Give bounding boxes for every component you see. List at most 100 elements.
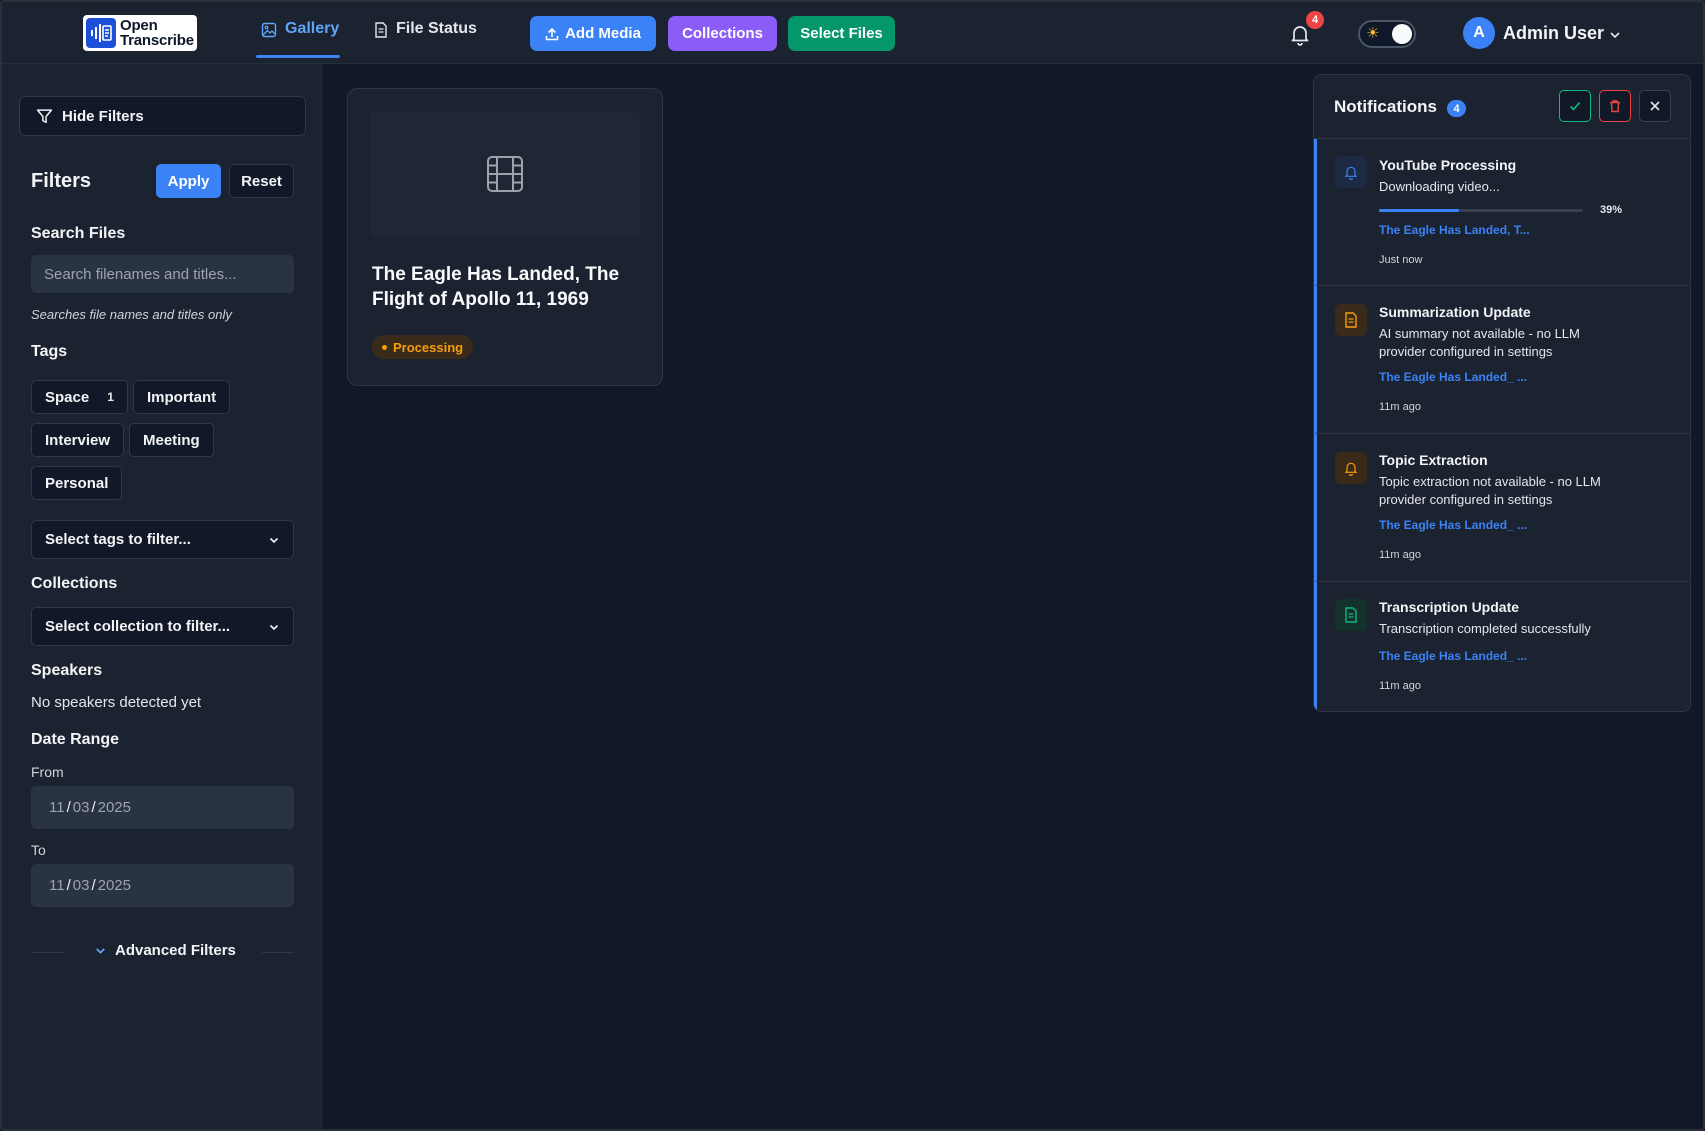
reset-button[interactable]: Reset: [229, 164, 294, 198]
notification-item[interactable]: YouTube Processing Downloading video... …: [1314, 139, 1690, 286]
divider: [262, 952, 294, 953]
tab-file-status-label: File Status: [396, 20, 477, 37]
search-hint: Searches file names and titles only: [31, 307, 232, 322]
collections-select[interactable]: Select collection to filter...: [31, 607, 294, 646]
notifications-count-badge: 4: [1447, 100, 1466, 117]
hide-filters-label: Hide Filters: [62, 107, 144, 125]
tag-label: Personal: [45, 474, 109, 492]
from-month: 11: [49, 799, 65, 816]
date-range-title: Date Range: [31, 731, 120, 748]
hide-filters-button[interactable]: Hide Filters: [19, 96, 306, 136]
from-date-input[interactable]: 11/03/2025: [31, 786, 294, 829]
notification-item[interactable]: Transcription Update Transcription compl…: [1314, 582, 1690, 711]
progress-bar: [1379, 209, 1583, 212]
active-tab-indicator: [256, 55, 340, 58]
file-text-icon: [375, 22, 387, 38]
filter-icon: [36, 108, 53, 123]
notifications-title: Notifications: [1334, 97, 1437, 116]
notification-message: Transcription completed successfully: [1379, 621, 1591, 636]
status-badge: Processing: [372, 335, 474, 359]
logo-line-2: Transcribe: [120, 32, 194, 49]
progress-bar-fill: [1379, 209, 1459, 212]
document-icon: [1335, 599, 1367, 631]
status-dot: [382, 344, 387, 350]
sun-icon: ☀: [1366, 25, 1380, 42]
chevron-down-icon: [269, 537, 279, 543]
upload-icon: [545, 27, 559, 40]
from-year: 2025: [97, 799, 131, 816]
app-logo[interactable]: Open Transcribe: [83, 15, 197, 51]
media-card[interactable]: The Eagle Has Landed, The Flight of Apol…: [347, 88, 663, 386]
notification-item[interactable]: Summarization Update AI summary not avai…: [1314, 286, 1690, 434]
to-date-input[interactable]: 11/03/2025: [31, 864, 294, 907]
bell-icon: [1335, 156, 1367, 188]
trash-icon: [1610, 100, 1620, 113]
notification-title: Transcription Update: [1379, 599, 1520, 615]
notification-count-badge: 4: [1306, 11, 1324, 29]
chevron-down-icon[interactable]: [1608, 28, 1622, 42]
theme-toggle[interactable]: ☀: [1358, 20, 1416, 48]
notification-time: Just now: [1379, 254, 1423, 266]
notification-file-link[interactable]: The Eagle Has Landed_ ...: [1379, 370, 1527, 384]
from-label: From: [31, 764, 64, 780]
bell-icon: [1335, 452, 1367, 484]
tags-select[interactable]: Select tags to filter...: [31, 520, 294, 559]
select-files-button[interactable]: Select Files: [788, 16, 895, 51]
close-notifications-button[interactable]: [1639, 90, 1671, 122]
notification-file-link[interactable]: The Eagle Has Landed, T...: [1379, 223, 1530, 237]
tag-important[interactable]: Important: [133, 380, 231, 414]
tag-personal[interactable]: Personal: [31, 466, 123, 500]
filters-title: Filters: [31, 170, 92, 192]
to-year: 2025: [97, 877, 131, 894]
avatar[interactable]: A: [1463, 17, 1495, 49]
add-media-label: Add Media: [565, 25, 641, 42]
close-icon: [1650, 101, 1660, 111]
media-title[interactable]: The Eagle Has Landed, The Flight of Apol…: [372, 262, 642, 312]
advanced-filters-toggle[interactable]: Advanced Filters: [94, 942, 236, 959]
progress-percent: 39%: [1600, 204, 1623, 216]
film-icon: [487, 156, 523, 192]
tag-space[interactable]: Space 1: [31, 380, 128, 414]
tab-gallery-label: Gallery: [285, 20, 340, 37]
tag-label: Space: [45, 388, 90, 406]
to-day: 03: [72, 877, 90, 894]
logo-text: Open Transcribe: [120, 18, 194, 48]
tag-label: Important: [147, 388, 217, 406]
clear-all-button[interactable]: [1599, 90, 1631, 122]
media-thumbnail: [370, 111, 640, 237]
to-month: 11: [49, 877, 65, 894]
user-name[interactable]: Admin User: [1503, 23, 1604, 44]
notification-title: Topic Extraction: [1379, 452, 1488, 468]
notification-message: Downloading video...: [1379, 179, 1500, 194]
notification-file-link[interactable]: The Eagle Has Landed_ ...: [1379, 649, 1527, 663]
tag-interview[interactable]: Interview: [31, 423, 125, 457]
filters-sidebar: Hide Filters Filters Apply Reset Search …: [2, 64, 322, 1129]
mark-all-read-button[interactable]: [1559, 90, 1591, 122]
divider: [31, 952, 64, 953]
notification-time: 11m ago: [1379, 549, 1421, 561]
notification-file-link[interactable]: The Eagle Has Landed_ ...: [1379, 518, 1527, 532]
document-icon: [1335, 304, 1367, 336]
check-icon: [1569, 101, 1581, 111]
add-media-button[interactable]: Add Media: [530, 16, 656, 51]
collections-title: Collections: [31, 575, 118, 592]
notification-title: YouTube Processing: [1379, 157, 1517, 173]
speakers-title: Speakers: [31, 662, 103, 679]
collections-button[interactable]: Collections: [668, 16, 777, 51]
tag-label: Meeting: [143, 431, 200, 449]
apply-button[interactable]: Apply: [156, 164, 221, 198]
toggle-knob: [1392, 24, 1412, 44]
waveform-icon: [86, 18, 116, 48]
notification-item[interactable]: Topic Extraction Topic extraction not av…: [1314, 434, 1690, 582]
tag-label: Interview: [45, 431, 111, 449]
tags-title: Tags: [31, 343, 68, 360]
logo-line-1: Open: [120, 17, 158, 34]
tab-gallery[interactable]: Gallery: [261, 20, 339, 60]
image-icon: [261, 22, 277, 38]
speakers-empty-text: No speakers detected yet: [31, 694, 202, 711]
search-input[interactable]: [31, 255, 294, 293]
chevron-down-icon: [96, 948, 105, 954]
from-day: 03: [72, 799, 90, 816]
tag-meeting[interactable]: Meeting: [129, 423, 214, 457]
tab-file-status[interactable]: File Status: [374, 20, 477, 60]
